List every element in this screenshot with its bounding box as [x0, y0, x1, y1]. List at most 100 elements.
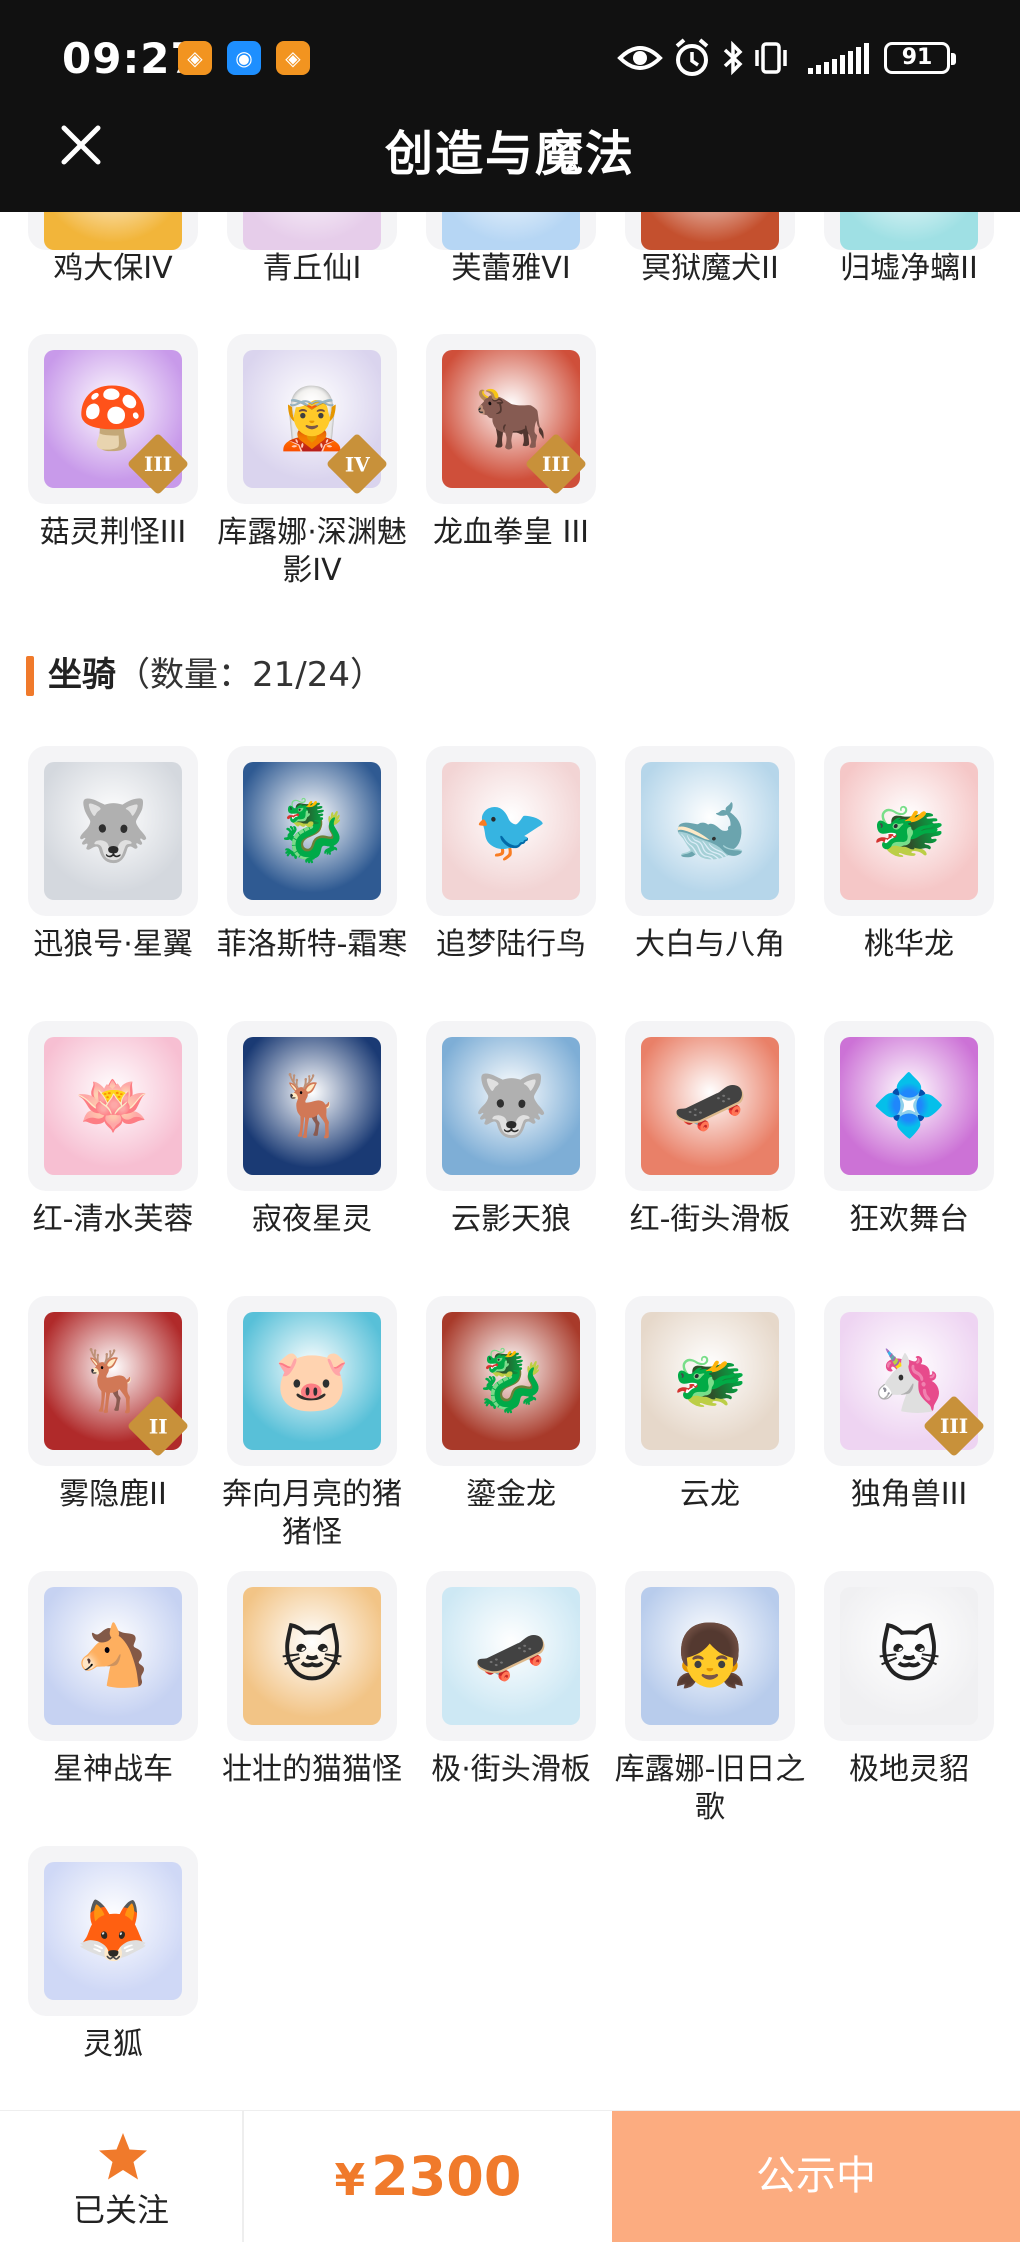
- currency-symbol: ¥: [334, 2155, 366, 2206]
- item-thumbnail: 👧: [625, 1571, 795, 1741]
- item-thumbnail: 🐺: [426, 1021, 596, 1191]
- collection-item[interactable]: 🍄 III 菇灵荆怪III: [28, 334, 198, 552]
- collection-item[interactable]: 🦊 灵狐: [28, 1846, 198, 2064]
- item-label: 库露娜-旧日之歌: [614, 1752, 806, 1825]
- mounts-title: 坐骑: [48, 655, 116, 695]
- item-thumbnail: 🐱: [824, 1571, 994, 1741]
- item-artwork: [641, 212, 779, 250]
- collection-item[interactable]: 🐷 奔向月亮的猪猪怪: [222, 1296, 402, 1552]
- collection-item[interactable]: 芙蕾雅VI: [426, 212, 596, 288]
- collection-item[interactable]: 🐲 云龙: [625, 1296, 795, 1514]
- item-thumbnail: 🐴: [28, 1571, 198, 1741]
- section-accent-bar: [26, 656, 34, 696]
- collection-item[interactable]: 🐱 壮壮的猫猫怪: [222, 1571, 402, 1789]
- item-thumbnail: 🦊: [28, 1846, 198, 2016]
- item-artwork-icon: 🐂: [473, 384, 549, 454]
- item-artwork-icon: 🐺: [473, 1071, 549, 1141]
- collection-item[interactable]: 🦌 II 雾隐鹿II: [28, 1296, 198, 1514]
- item-thumbnail: 🪷: [28, 1021, 198, 1191]
- item-thumbnail: 🦌 II: [28, 1296, 198, 1466]
- item-artwork-icon: 👧: [672, 1621, 748, 1691]
- item-artwork-icon: 🛹: [672, 1071, 748, 1141]
- item-artwork-icon: 🦄: [871, 1346, 947, 1416]
- item-label: 红-清水芙蓉: [32, 1202, 194, 1237]
- collection-item[interactable]: 🐋 大白与八角: [625, 746, 795, 964]
- collection-item[interactable]: 🐺 云影天狼: [426, 1021, 596, 1239]
- item-artwork-icon: 🍄: [75, 384, 151, 454]
- item-label: 迅狼号·星翼: [33, 927, 193, 962]
- collection-item[interactable]: 💠 狂欢舞台: [824, 1021, 994, 1239]
- collection-item[interactable]: 🦄 III 独角兽III: [824, 1296, 994, 1514]
- item-artwork-icon: 🐉: [274, 796, 350, 866]
- mounts-count: （数量：21/24）: [116, 655, 384, 695]
- item-thumbnail: 🦌: [227, 1021, 397, 1191]
- collection-item[interactable]: 🐂 III 龙血拳皇 III: [426, 334, 596, 552]
- item-label: 云龙: [680, 1477, 740, 1512]
- page-title: 创造与魔法: [384, 126, 635, 182]
- item-thumbnail: 🐦: [426, 746, 596, 916]
- collection-item[interactable]: 青丘仙I: [227, 212, 397, 288]
- collection-item[interactable]: 🐴 星神战车: [28, 1571, 198, 1789]
- collection-item[interactable]: 👧 库露娜-旧日之歌: [615, 1571, 805, 1827]
- orange-app-icon: ◈: [276, 41, 310, 75]
- item-artwork-icon: 🐉: [473, 1346, 549, 1416]
- item-label: 狂欢舞台: [849, 1202, 969, 1237]
- item-label: 鎏金龙: [466, 1477, 556, 1512]
- collection-item[interactable]: 🐦 追梦陆行鸟: [426, 746, 596, 964]
- collection-item[interactable]: 🧝 IV 库露娜·深渊魅影IV: [217, 334, 407, 590]
- collection-item[interactable]: 🦌 寂夜星灵: [227, 1021, 397, 1239]
- collection-item[interactable]: 🛹 极·街头滑板: [426, 1571, 596, 1789]
- item-thumbnail: 🐺: [28, 746, 198, 916]
- item-thumbnail: [28, 212, 198, 250]
- collection-item[interactable]: 🐉 鎏金龙: [426, 1296, 596, 1514]
- collection-item[interactable]: 🐲 桃华龙: [824, 746, 994, 964]
- item-artwork-icon: 🦌: [274, 1071, 350, 1141]
- signal-icon: [808, 43, 869, 74]
- collection-item[interactable]: 🛹 红-街头滑板: [625, 1021, 795, 1239]
- public-notice-button[interactable]: 公示中: [612, 2111, 1020, 2242]
- item-thumbnail: [426, 212, 596, 250]
- collection-item[interactable]: 🐉 菲洛斯特-霜寒: [217, 746, 407, 964]
- battery-icon: 91: [884, 42, 956, 74]
- item-artwork-icon: 🐦: [473, 796, 549, 866]
- bluetooth-icon: [723, 40, 743, 76]
- item-label: 红-街头滑板: [629, 1202, 791, 1237]
- rank-badge-text: II: [148, 1414, 168, 1438]
- item-artwork: [840, 212, 978, 250]
- item-thumbnail: 🐉: [227, 746, 397, 916]
- item-artwork: [442, 212, 580, 250]
- collection-item[interactable]: 冥狱魔犬II: [625, 212, 795, 288]
- item-artwork: [44, 212, 182, 250]
- item-thumbnail: [625, 212, 795, 250]
- item-thumbnail: 🍄 III: [28, 334, 198, 504]
- status-bar: 09:27 ◈ ◉ ◈ 91: [0, 0, 1020, 118]
- item-artwork-icon: 🛹: [473, 1621, 549, 1691]
- item-thumbnail: [227, 212, 397, 250]
- collection-item[interactable]: 🪷 红-清水芙蓉: [28, 1021, 198, 1239]
- collection-item[interactable]: 鸡大保IV: [28, 212, 198, 288]
- collection-content[interactable]: 鸡大保IV 青丘仙I 芙蕾雅VI 冥狱魔犬II 归墟净螭II 🍄 III 菇灵荆怪III 🧝 I…: [0, 212, 1020, 2110]
- rank-badge-text: III: [143, 451, 173, 476]
- item-artwork-icon: 🐴: [75, 1621, 151, 1691]
- item-artwork-icon: 🦊: [75, 1896, 151, 1966]
- collection-item[interactable]: 归墟净螭II: [824, 212, 994, 288]
- vibrate-icon: [755, 42, 787, 74]
- price-display: ¥2300: [244, 2111, 612, 2242]
- item-thumbnail: 🛹: [625, 1021, 795, 1191]
- item-thumbnail: 🐱: [227, 1571, 397, 1741]
- follow-button[interactable]: 已关注: [0, 2111, 244, 2242]
- item-label: 库露娜·深渊魅影IV: [217, 515, 407, 588]
- item-artwork-icon: 🐱: [280, 1621, 344, 1691]
- collection-item[interactable]: 🐱 极地灵貂: [824, 1571, 994, 1789]
- item-label: 极·街头滑板: [431, 1752, 591, 1787]
- item-label: 追梦陆行鸟: [436, 927, 586, 962]
- item-label: 芙蕾雅VI: [451, 251, 571, 286]
- item-artwork-icon: 🐋: [672, 796, 748, 866]
- item-artwork-icon: 🪷: [75, 1071, 151, 1141]
- collection-item[interactable]: 🐺 迅狼号·星翼: [28, 746, 198, 964]
- item-thumbnail: 🐉: [426, 1296, 596, 1466]
- item-label: 极地灵貂: [849, 1752, 969, 1787]
- item-artwork: [243, 212, 381, 250]
- item-label: 雾隐鹿II: [59, 1477, 167, 1512]
- item-thumbnail: 🐲: [625, 1296, 795, 1466]
